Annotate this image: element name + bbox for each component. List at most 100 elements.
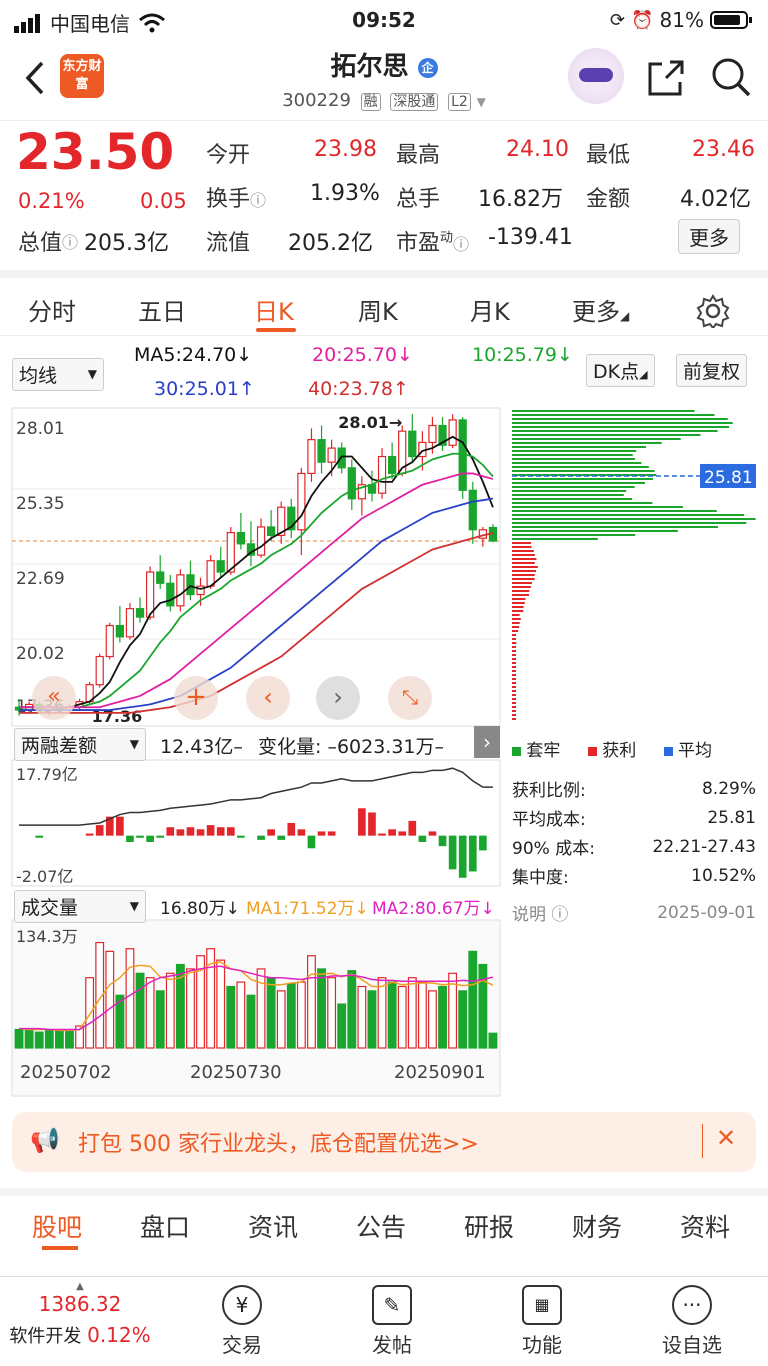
candle-body bbox=[469, 490, 476, 529]
chip-bar-profit bbox=[512, 666, 516, 668]
price-grid bbox=[12, 489, 500, 639]
chip-note-link[interactable]: 说明 ⓘ bbox=[512, 900, 568, 925]
tab-announcements[interactable]: 公告 bbox=[356, 1208, 406, 1244]
search-icon[interactable] bbox=[710, 56, 752, 98]
tab-pankou[interactable]: 盘口 bbox=[140, 1208, 190, 1244]
chip-bar-trapped bbox=[512, 506, 683, 508]
sector-index[interactable]: ▲ 1386.32 软件开发 0.12% bbox=[0, 1277, 160, 1348]
margin-bars: 17.79亿-2.07亿 bbox=[16, 765, 493, 886]
chevron-right-icon[interactable]: › bbox=[474, 726, 500, 758]
more-button[interactable]: 更多 bbox=[678, 219, 740, 254]
tab-five-day[interactable]: 五日 bbox=[138, 292, 186, 327]
promo-banner[interactable]: 📢 打包 500 家行业龙头，底仓配置优选>> ✕ bbox=[12, 1112, 756, 1172]
tab-daily-k[interactable]: 日K bbox=[254, 292, 294, 327]
volume-bar bbox=[146, 978, 154, 1048]
chip-distribution: 25.81 bbox=[512, 410, 756, 720]
tab-weekly-k[interactable]: 周K bbox=[358, 292, 398, 327]
yen-icon: ¥ bbox=[222, 1285, 262, 1325]
margin-bar bbox=[136, 836, 144, 838]
candle-body bbox=[429, 426, 436, 443]
post-button[interactable]: ✎ 发帖 bbox=[322, 1277, 462, 1358]
volume-bar bbox=[45, 1030, 53, 1048]
volume-bar bbox=[298, 982, 306, 1048]
tab-research[interactable]: 研报 bbox=[464, 1208, 514, 1244]
margin-bar bbox=[96, 825, 104, 836]
settings-gear-icon[interactable] bbox=[696, 294, 730, 328]
ma30-label: 30:25.01↑ bbox=[154, 378, 255, 400]
margin-bar bbox=[449, 836, 457, 870]
robot-avatar-icon[interactable] bbox=[568, 48, 624, 104]
volume-indicator-select[interactable]: 成交量 ▼ bbox=[14, 890, 146, 923]
tab-finance[interactable]: 财务 bbox=[572, 1208, 622, 1244]
chip-bar-profit bbox=[512, 678, 516, 680]
chip-bar-trapped bbox=[512, 466, 649, 468]
candle-body bbox=[348, 468, 355, 499]
margin-indicator-select[interactable]: 两融差额 ▼ bbox=[14, 728, 146, 761]
close-icon[interactable]: ✕ bbox=[716, 1124, 736, 1152]
volume-bar bbox=[106, 951, 114, 1048]
tab-more[interactable]: 更多◢ bbox=[572, 292, 629, 327]
candle-body bbox=[177, 575, 184, 606]
chip-bar-profit bbox=[512, 554, 535, 556]
volume-bar bbox=[368, 991, 376, 1048]
volume-bar bbox=[66, 1031, 74, 1048]
functions-button[interactable]: ▦ 功能 bbox=[472, 1277, 612, 1358]
volume-bar bbox=[86, 978, 94, 1048]
volume-bar bbox=[25, 1030, 33, 1048]
info-icon[interactable]: ⓘ bbox=[453, 235, 469, 254]
margin-bar bbox=[479, 836, 487, 851]
ma10-label: 10:25.79↓ bbox=[472, 344, 573, 366]
share-icon[interactable] bbox=[646, 58, 686, 98]
trade-button[interactable]: ¥ 交易 bbox=[172, 1277, 312, 1358]
volume-bar bbox=[247, 995, 255, 1048]
y-tick-label: 28.01 bbox=[16, 419, 65, 439]
y-tick-label: 22.69 bbox=[16, 569, 65, 589]
margin-bar bbox=[298, 829, 306, 835]
volume-bar bbox=[257, 969, 265, 1048]
scroll-right-icon[interactable]: › bbox=[316, 676, 360, 720]
tab-news[interactable]: 资讯 bbox=[248, 1208, 298, 1244]
battery-percent: 81% bbox=[660, 8, 704, 32]
chip-bar-trapped bbox=[512, 478, 653, 480]
info-icon[interactable]: ⓘ bbox=[62, 229, 78, 253]
tab-guba[interactable]: 股吧 bbox=[32, 1208, 82, 1244]
pe-label: 市盈动ⓘ bbox=[396, 225, 469, 257]
scroll-left-icon[interactable]: ‹ bbox=[246, 676, 290, 720]
chip-bar-profit bbox=[512, 670, 516, 672]
chip-bar-profit bbox=[512, 686, 516, 688]
rewind-icon[interactable]: « bbox=[32, 676, 76, 720]
chevron-down-icon[interactable]: ▼ bbox=[477, 95, 486, 109]
chip-bar-trapped bbox=[512, 418, 728, 420]
dk-point-button[interactable]: DK点◢ bbox=[586, 354, 655, 387]
chip-bar-profit bbox=[512, 682, 516, 684]
chip-bar-profit bbox=[512, 674, 516, 676]
info-icon[interactable]: ⓘ bbox=[250, 191, 266, 210]
x-tick-label: 20250730 bbox=[190, 1062, 282, 1083]
indicator-select[interactable]: 均线 ▼ bbox=[12, 358, 104, 391]
margin-bar bbox=[469, 836, 477, 872]
candle-body bbox=[96, 657, 103, 685]
volume-bar bbox=[419, 982, 427, 1048]
fullscreen-icon[interactable]: ⤡ bbox=[388, 676, 432, 720]
zoom-in-icon[interactable]: + bbox=[174, 676, 218, 720]
margin-bar bbox=[388, 829, 396, 835]
volume-bar bbox=[328, 978, 336, 1048]
chip-bar-trapped bbox=[512, 450, 636, 452]
ma-line-ma20 bbox=[19, 473, 493, 707]
amount-label: 金额 bbox=[586, 181, 630, 213]
tab-intraday[interactable]: 分时 bbox=[28, 292, 76, 327]
chip-bar-trapped bbox=[512, 498, 632, 500]
margin-bar bbox=[146, 836, 154, 842]
margin-bar bbox=[217, 827, 225, 835]
adjust-button[interactable]: 前复权 bbox=[676, 354, 747, 387]
amount-value: 4.02亿 bbox=[680, 181, 751, 213]
chip-bar-profit bbox=[512, 718, 516, 720]
tab-monthly-k[interactable]: 月K bbox=[470, 292, 510, 327]
margin-bar bbox=[187, 827, 195, 835]
tab-profile[interactable]: 资料 bbox=[680, 1208, 730, 1244]
add-watchlist-button[interactable]: ··· 设自选 bbox=[622, 1277, 762, 1358]
lock-rotation-icon: ⟳ bbox=[610, 10, 625, 31]
chip-bar-profit bbox=[512, 622, 520, 624]
chip-bar-profit bbox=[512, 590, 529, 592]
chip-bar-profit bbox=[512, 646, 516, 648]
